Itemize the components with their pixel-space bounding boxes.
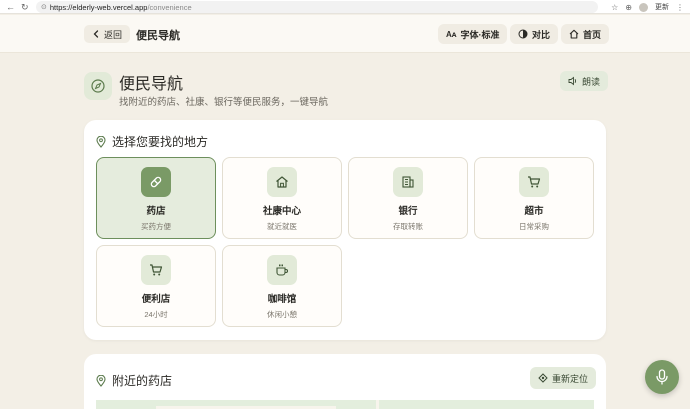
tile-desc: 就近就医 [267, 222, 297, 231]
locate-icon [538, 373, 548, 383]
nearby-heading: 附近的药店 [96, 372, 172, 389]
microphone-icon [656, 369, 668, 385]
tile-community-health[interactable]: 社康中心 就近就医 [222, 157, 342, 239]
relocate-label: 重新定位 [552, 373, 589, 384]
nearby-heading-text: 附近的药店 [112, 374, 173, 388]
tile-desc: 买药方便 [141, 222, 171, 231]
home-label: 首页 [583, 29, 602, 40]
nearby-pharmacy-card: 附近的药店 重新定位 [84, 354, 606, 409]
speaker-icon [568, 76, 577, 86]
card-heading: 选择您要找的地方 [96, 133, 208, 150]
bank-icon [393, 167, 423, 197]
update-button[interactable]: 更新 [655, 2, 669, 12]
tile-desc: 日常采购 [519, 222, 549, 231]
relocate-button[interactable]: 重新定位 [530, 367, 597, 389]
tile-name: 便利店 [141, 294, 171, 305]
font-size-label: 字体·标准 [460, 29, 500, 40]
address-bar[interactable]: ⊙ https://elderly-web.vercel.app/conveni… [36, 1, 598, 13]
header-title: 便民导航 [136, 30, 180, 42]
url-host: https://elderly-web.vercel.app [49, 2, 148, 12]
url-path: /convenience [147, 2, 192, 12]
tile-name: 药店 [146, 206, 166, 217]
page-subtitle: 找附近的药店、社康、银行等便民服务，一键导航 [119, 97, 329, 108]
chevron-left-icon [93, 30, 99, 38]
star-icon[interactable]: ☆ [611, 3, 618, 12]
pill-icon [141, 167, 171, 197]
menu-icon[interactable]: ⋮ [676, 3, 684, 12]
tile-supermarket[interactable]: 超市 日常采购 [474, 157, 594, 239]
tile-pharmacy[interactable]: 药店 买药方便 [96, 157, 216, 239]
home-button[interactable]: 首页 [561, 24, 610, 44]
tile-desc: 存取转账 [393, 222, 423, 231]
font-size-button[interactable]: Aᴀ 字体·标准 [438, 24, 508, 44]
page-title: 便民导航 [119, 76, 184, 93]
tile-name: 银行 [398, 206, 418, 217]
tile-desc: 24小时 [144, 310, 168, 319]
back-arrow-icon[interactable]: ← [6, 0, 15, 14]
contrast-icon [518, 29, 528, 39]
read-aloud-label: 朗读 [582, 76, 601, 87]
card-heading-text: 选择您要找的地方 [112, 135, 209, 149]
map-preview[interactable] [96, 400, 594, 409]
font-size-icon: Aᴀ [446, 29, 457, 39]
extension-icon[interactable]: ⊕ [625, 3, 632, 12]
voice-input-button[interactable] [645, 360, 679, 394]
contrast-label: 对比 [532, 29, 551, 40]
lock-icon: ⊙ [41, 4, 47, 11]
compass-icon [84, 72, 112, 100]
app-header: 返回 便民导航 Aᴀ 字体·标准 对比 首页 [0, 15, 690, 53]
tile-name: 社康中心 [262, 206, 301, 217]
cart-icon [141, 255, 171, 285]
tile-name: 超市 [524, 206, 544, 217]
read-aloud-button[interactable]: 朗读 [560, 71, 609, 91]
contrast-button[interactable]: 对比 [510, 24, 559, 44]
home-icon [267, 167, 297, 197]
location-pin-icon [96, 135, 106, 148]
cart-icon [519, 167, 549, 197]
coffee-icon [267, 255, 297, 285]
home-icon [569, 29, 579, 39]
tile-cafe[interactable]: 咖啡馆 休闲小憩 [222, 245, 342, 327]
back-label: 返回 [104, 29, 123, 40]
location-pin-icon [96, 374, 106, 387]
tile-desc: 休闲小憩 [267, 310, 297, 319]
tile-bank[interactable]: 银行 存取转账 [348, 157, 468, 239]
avatar[interactable] [639, 2, 648, 12]
tile-convenience-store[interactable]: 便利店 24小时 [96, 245, 216, 327]
browser-toolbar: ← ↻ ⊙ https://elderly-web.vercel.app/con… [0, 0, 690, 14]
place-select-card: 选择您要找的地方 药店 买药方便 社康中心 就近就医 银行 存取转账 超市 日常… [84, 120, 606, 340]
reload-icon[interactable]: ↻ [21, 0, 29, 14]
tile-name: 咖啡馆 [267, 294, 297, 305]
back-button[interactable]: 返回 [84, 25, 131, 43]
